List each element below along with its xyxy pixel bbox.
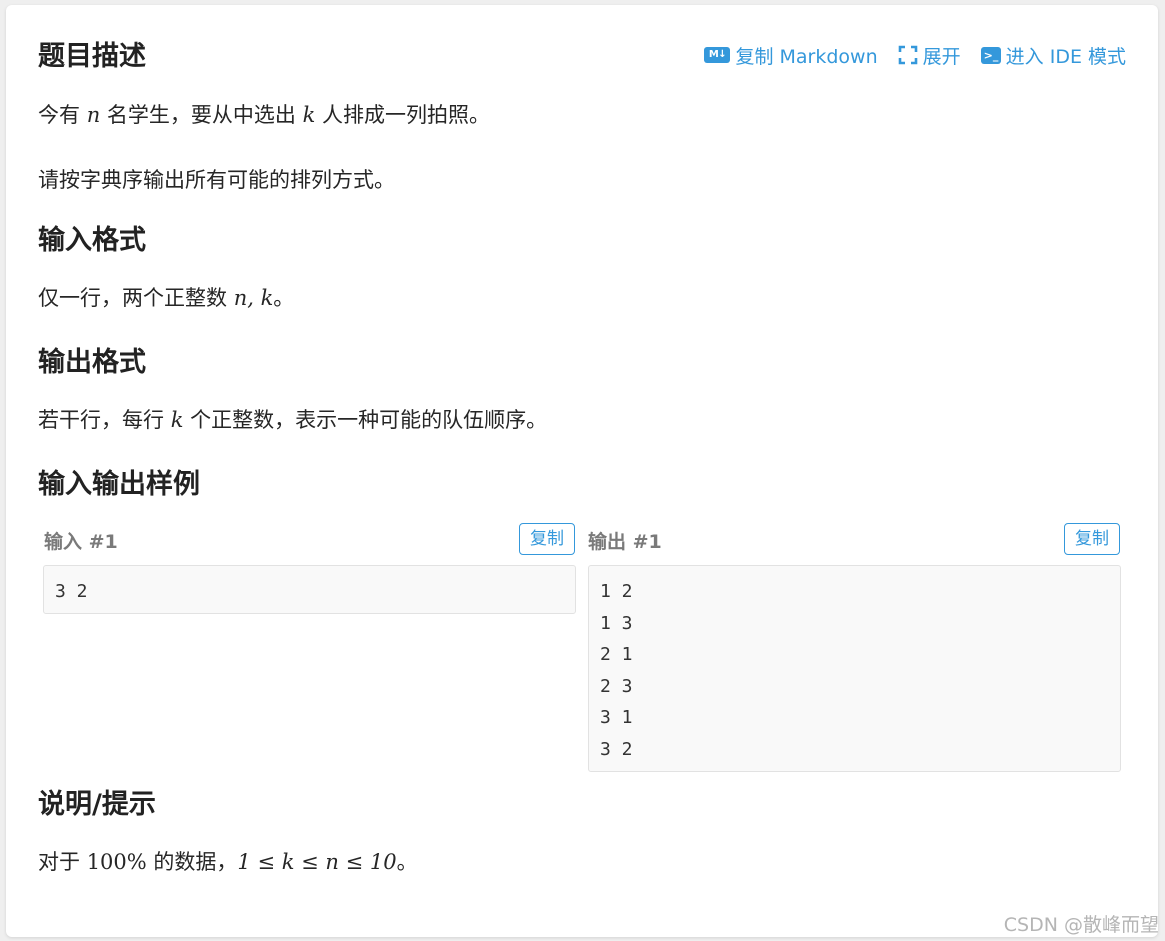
- sample-output-line: 2 1: [600, 644, 633, 665]
- math-percent: 100%: [86, 850, 147, 874]
- copy-markdown-label: 复制 Markdown: [735, 45, 878, 68]
- sample-output-line: 1 2: [600, 581, 633, 602]
- input-format-body: 仅一行，两个正整数 n, k。: [38, 283, 1126, 313]
- input-format-text-pre: 仅一行，两个正整数: [38, 286, 234, 310]
- hint-body: 对于 100% 的数据，1 ≤ k ≤ n ≤ 10。: [38, 847, 1126, 877]
- sample-output-box[interactable]: 1 2 1 3 2 1 2 3 3 1 3 2: [588, 565, 1121, 772]
- output-format-text-pre: 若干行，每行: [38, 408, 171, 432]
- description-body: 今有 n 名学生，要从中选出 k 人排成一列拍照。: [38, 100, 1126, 130]
- expand-icon: [898, 45, 918, 65]
- hint-text-post: 。: [396, 850, 418, 874]
- problem-actions: M↓ 复制 Markdown 展开 >_ 进入 IDE 模式: [704, 37, 1126, 73]
- input-format-section: 输入格式: [38, 221, 1126, 261]
- terminal-icon: >_: [980, 46, 1001, 64]
- sample-output-label: 输出 #1: [588, 531, 662, 553]
- expand-link[interactable]: 展开: [898, 42, 961, 69]
- samples-title: 输入输出样例: [38, 469, 200, 500]
- sample-input-line: 3 2: [55, 581, 88, 602]
- hint-text: 对于 100% 的数据，1 ≤ k ≤ n ≤ 10。: [38, 847, 1126, 877]
- hint-section: 说明/提示: [38, 785, 1126, 825]
- description-text: 人排成一列拍照。: [315, 103, 490, 127]
- description-text: 今有: [38, 103, 87, 127]
- copy-output-button[interactable]: 复制: [1064, 523, 1120, 555]
- hint-title: 说明/提示: [38, 789, 156, 820]
- sample-output-line: 3 1: [600, 707, 633, 728]
- problem-header: 题目描述 M↓ 复制 Markdown 展开 >_ 进入 IDE 模式: [38, 37, 1126, 77]
- output-format-title: 输出格式: [38, 347, 146, 378]
- copy-markdown-link[interactable]: M↓ 复制 Markdown: [704, 42, 878, 69]
- sample-output-line: 3 2: [600, 738, 633, 760]
- sample-output-line: 2 3: [600, 675, 633, 697]
- sample-output-line: 1 3: [600, 612, 633, 634]
- math-var-k: k: [302, 103, 316, 127]
- hint-text-pre: 对于: [38, 850, 87, 874]
- sample-input-label: 输入 #1: [44, 531, 118, 553]
- hint-text-mid: 的数据，: [146, 850, 238, 874]
- input-format-text: 仅一行，两个正整数 n, k。: [38, 283, 1126, 313]
- watermark: CSDN @散峰而望: [1003, 914, 1159, 936]
- markdown-icon: M↓: [704, 47, 731, 63]
- math-constraint: 1 ≤ k ≤ n ≤ 10: [237, 850, 397, 874]
- ide-mode-label: 进入 IDE 模式: [1005, 45, 1126, 68]
- description-body-2: 请按字典序输出所有可能的排列方式。: [38, 165, 1126, 195]
- copy-input-button[interactable]: 复制: [519, 523, 575, 555]
- output-format-text: 若干行，每行 k 个正整数，表示一种可能的队伍顺序。: [38, 405, 1126, 435]
- problem-card: 题目描述 M↓ 复制 Markdown 展开 >_ 进入 IDE 模式 今有 n…: [6, 5, 1158, 937]
- input-format-text-post: 。: [273, 286, 295, 310]
- description-line-1: 今有 n 名学生，要从中选出 k 人排成一列拍照。: [38, 100, 1126, 130]
- samples-section: 输入输出样例: [38, 465, 1126, 505]
- math-n-k: n, k: [233, 286, 274, 310]
- sample-input-box[interactable]: 3 2: [43, 565, 576, 614]
- description-line-2: 请按字典序输出所有可能的排列方式。: [38, 168, 395, 192]
- description-text: 名学生，要从中选出: [100, 103, 303, 127]
- ide-mode-link[interactable]: >_ 进入 IDE 模式: [980, 42, 1126, 69]
- output-format-section: 输出格式: [38, 343, 1126, 383]
- output-format-text-post: 个正整数，表示一种可能的队伍顺序。: [183, 408, 548, 432]
- input-format-title: 输入格式: [38, 225, 146, 256]
- math-var-n: n: [86, 103, 101, 127]
- output-format-body: 若干行，每行 k 个正整数，表示一种可能的队伍顺序。: [38, 405, 1126, 435]
- math-var-k: k: [170, 408, 184, 432]
- expand-label: 展开: [922, 45, 961, 68]
